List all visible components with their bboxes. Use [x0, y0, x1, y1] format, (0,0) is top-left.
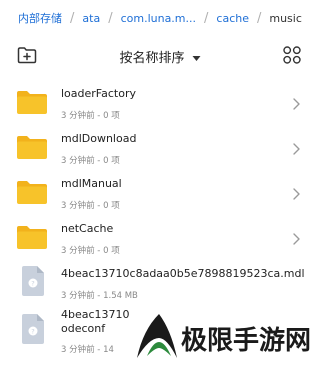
- breadcrumb-separator: /: [256, 10, 262, 26]
- item-name: loaderFactory: [61, 87, 136, 100]
- item-name: 4beac13710c8adaa0b5e7898819523ca.mdl: [61, 267, 305, 280]
- list-item[interactable]: netCache 3 分钟前 - 0 项: [0, 213, 320, 258]
- item-meta: 3 分钟前 - 0 项: [61, 156, 120, 166]
- unknown-file-icon: ?: [20, 313, 46, 349]
- unknown-file-icon: ?: [20, 265, 46, 301]
- folder-icon: [16, 224, 48, 254]
- breadcrumb-ata[interactable]: ata: [82, 12, 100, 25]
- breadcrumb: 内部存储 / ata / com.luna.m... / cache / mus…: [0, 0, 320, 36]
- chevron-right-icon: [293, 95, 300, 114]
- folder-icon: [16, 179, 48, 209]
- svg-text:?: ?: [31, 328, 34, 336]
- breadcrumb-separator: /: [108, 10, 113, 26]
- breadcrumb-cache[interactable]: cache: [216, 12, 249, 25]
- item-name: netCache: [61, 222, 114, 235]
- caret-down-icon: [192, 47, 201, 66]
- list-item[interactable]: mdlDownload 3 分钟前 - 0 项: [0, 123, 320, 168]
- sort-control: 按名称排序: [0, 36, 320, 76]
- item-meta: 3 分钟前 - 0 项: [61, 201, 120, 211]
- item-meta: 3 分钟前 - 0 项: [61, 111, 120, 121]
- item-name-line2: odeconf: [61, 322, 106, 335]
- item-name: mdlManual: [61, 177, 122, 190]
- breadcrumb-separator: /: [204, 10, 209, 26]
- chevron-right-icon: [293, 230, 300, 249]
- list-item[interactable]: ? 4beac13710c8adaa0b5e7898819523ca.mdl 3…: [0, 258, 320, 303]
- grid-view-icon[interactable]: [283, 46, 301, 68]
- watermark-logo: 极限手游网: [133, 312, 319, 368]
- item-name-line1: 4beac13710: [61, 308, 130, 321]
- folder-icon: [16, 89, 48, 119]
- new-folder-icon[interactable]: [17, 46, 37, 68]
- breadcrumb-com-luna[interactable]: com.luna.m...: [121, 12, 196, 25]
- watermark-text: 极限手游网: [181, 326, 311, 356]
- list-item[interactable]: loaderFactory 3 分钟前 - 0 项: [0, 78, 320, 123]
- breadcrumb-separator: /: [70, 10, 75, 26]
- sort-label: 按名称排序: [119, 50, 185, 66]
- list-item[interactable]: mdlManual 3 分钟前 - 0 项: [0, 168, 320, 213]
- breadcrumb-music: music: [269, 11, 302, 25]
- sort-button[interactable]: 按名称排序: [119, 47, 200, 66]
- breadcrumb-internal-storage[interactable]: 内部存储: [18, 10, 62, 26]
- folder-icon: [16, 134, 48, 164]
- item-name: mdlDownload: [61, 132, 137, 145]
- item-meta: 3 分钟前 - 14: [61, 345, 114, 355]
- item-meta: 3 分钟前 - 1.54 MB: [61, 291, 138, 301]
- chevron-right-icon: [293, 185, 300, 204]
- chevron-right-icon: [293, 140, 300, 159]
- toolbar: 按名称排序: [0, 36, 320, 76]
- item-meta: 3 分钟前 - 0 项: [61, 246, 120, 256]
- svg-text:?: ?: [31, 280, 34, 288]
